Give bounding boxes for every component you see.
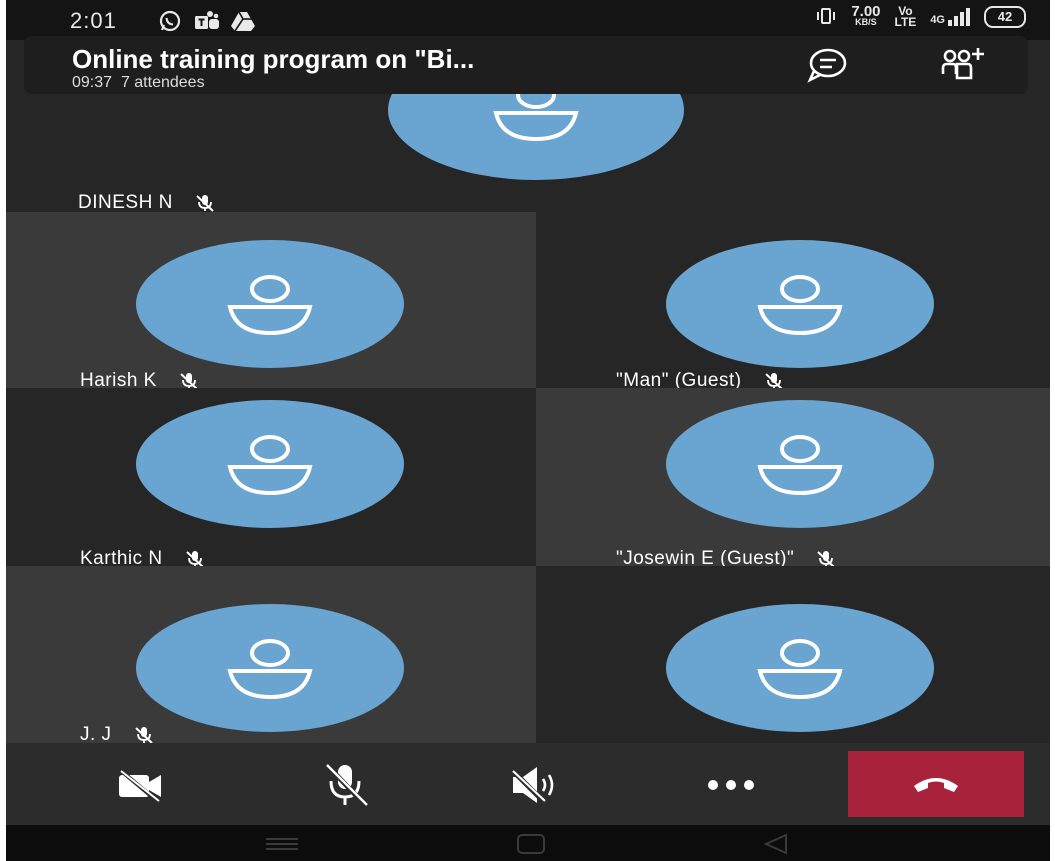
participant-name: DINESH N	[78, 192, 173, 212]
volte-indicator: Vo LTE	[894, 5, 917, 29]
status-time: 2:01	[70, 8, 117, 33]
participant-name-row: J. J	[80, 724, 154, 743]
speaker-toggle-button[interactable]	[482, 753, 592, 817]
battery-indicator: 42	[984, 6, 1026, 28]
mic-off-icon	[195, 193, 215, 212]
network-speed: 7.00 KB/S	[851, 3, 881, 28]
participant-name: Karthic N	[80, 548, 163, 566]
avatar	[666, 400, 934, 528]
phone-screen: 2:01 7.00 KB/S Vo LTE 4G 42 DINESH N Har…	[6, 0, 1050, 861]
person-icon	[227, 639, 313, 699]
participant-name: "Josewin E (Guest)"	[616, 548, 795, 566]
mic-off-icon	[764, 371, 784, 388]
meeting-header: Online training program on "Bi... 09:37 …	[24, 36, 1028, 94]
mic-off-icon	[134, 725, 154, 743]
mic-off-icon	[816, 549, 836, 566]
home-icon[interactable]	[516, 833, 546, 860]
participant-name-row: Harish K	[80, 370, 199, 388]
chat-bubble-icon	[807, 48, 847, 83]
camera-off-icon	[117, 767, 161, 803]
avatar	[136, 400, 404, 528]
participant-name: J. J	[80, 724, 112, 743]
add-people-button[interactable]	[936, 44, 988, 86]
participant-tile-karthic[interactable]: Karthic N	[6, 388, 536, 566]
person-icon	[227, 435, 313, 495]
participant-name-row: DINESH N	[78, 192, 215, 212]
meeting-subtitle: 09:37 7 attendees	[72, 74, 205, 92]
participant-name-row: "Josewin E (Guest)"	[616, 548, 836, 566]
status-right: 7.00 KB/S Vo LTE 4G 42	[815, 3, 1026, 29]
participant-tile-harish[interactable]: Harish K	[6, 212, 536, 388]
hang-up-button[interactable]	[848, 751, 1024, 817]
meeting-duration: 09:37	[72, 74, 113, 91]
volte-bottom: LTE	[894, 15, 917, 29]
camera-toggle-button[interactable]	[86, 753, 196, 817]
person-icon	[757, 275, 843, 335]
participant-tile-man-guest[interactable]: "Man" (Guest)	[536, 212, 1050, 388]
more-options-button[interactable]	[676, 753, 786, 817]
avatar	[666, 240, 934, 368]
signal-icon: 4G	[930, 8, 970, 26]
whatsapp-icon	[158, 10, 182, 37]
participant-tile-unnamed[interactable]	[536, 566, 1050, 743]
person-icon	[757, 435, 843, 495]
mic-off-icon	[185, 549, 205, 566]
teams-icon	[194, 10, 220, 37]
speed-unit: KB/S	[855, 17, 877, 27]
add-people-icon	[941, 48, 984, 80]
attendee-count: 7 attendees	[120, 74, 205, 91]
more-icon	[708, 780, 754, 790]
participant-name: "Man" (Guest)	[616, 370, 742, 388]
network-type: 4G	[930, 14, 945, 26]
mic-off-icon	[179, 371, 199, 388]
avatar	[136, 604, 404, 732]
call-controls	[6, 743, 1050, 825]
participant-name-row: "Man" (Guest)	[616, 370, 784, 388]
hang-up-icon	[914, 778, 958, 792]
participant-name: Harish K	[80, 370, 157, 388]
chat-button[interactable]	[804, 46, 848, 84]
meeting-title: Online training program on "Bi...	[72, 44, 475, 74]
avatar	[136, 240, 404, 368]
drive-icon	[230, 10, 256, 37]
avatar	[666, 604, 934, 732]
system-nav-bar	[6, 825, 1050, 861]
speaker-off-icon	[509, 767, 554, 805]
vibrate-icon	[815, 7, 837, 28]
back-icon[interactable]	[762, 833, 788, 860]
speed-value: 7.00	[851, 3, 881, 20]
person-icon	[757, 639, 843, 699]
participant-name-row: Karthic N	[80, 548, 205, 566]
menu-icon[interactable]	[264, 837, 300, 856]
person-icon	[227, 275, 313, 335]
status-bar: 2:01 7.00 KB/S Vo LTE 4G 42	[6, 0, 1050, 40]
participant-tile-jj[interactable]: J. J	[6, 566, 536, 743]
mic-off-icon	[323, 761, 369, 809]
participant-tile-josewin-guest[interactable]: "Josewin E (Guest)"	[536, 388, 1050, 566]
mic-toggle-button[interactable]	[290, 753, 400, 817]
